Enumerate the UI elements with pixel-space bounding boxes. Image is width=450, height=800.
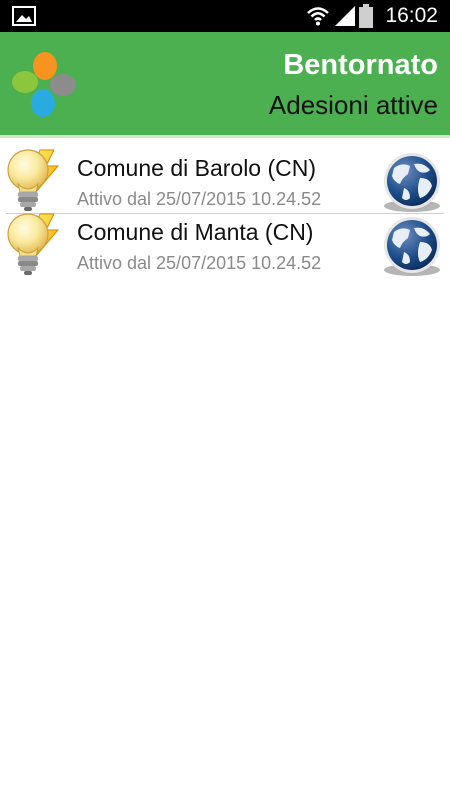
page-title: Bentornato [283,49,438,81]
signal-icon [334,5,356,32]
battery-icon [359,4,373,33]
app-header: Bentornato Adesioni attive [0,32,450,137]
adhesions-list: Comune di Barolo (CN) Attivo dal 25/07/2… [0,138,450,277]
gallery-icon [12,6,36,31]
item-status: Attivo dal 25/07/2015 10.24.52 [77,253,322,273]
item-name: Comune di Barolo (CN) [77,155,317,181]
wifi-icon [306,5,330,32]
lightbulb-icon [6,212,66,281]
list-item[interactable]: Comune di Manta (CN) Attivo dal 25/07/20… [0,202,450,277]
item-name: Comune di Manta (CN) [77,219,314,245]
app-logo-icon [10,52,78,123]
globe-icon[interactable] [380,216,444,283]
clock: 16:02 [385,4,438,27]
page-subtitle: Adesioni attive [268,90,438,120]
status-bar: 16:02 [0,0,450,32]
